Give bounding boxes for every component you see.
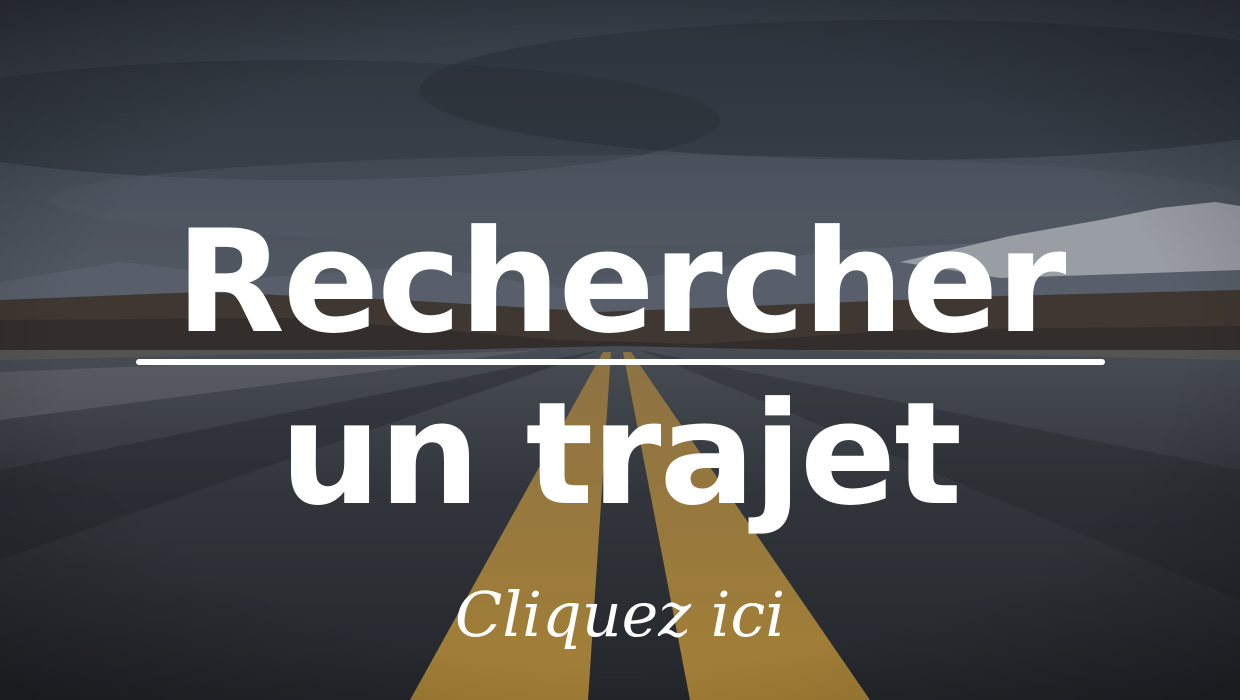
title-divider bbox=[136, 359, 1105, 365]
search-trip-banner[interactable]: Rechercher un trajet Cliquez ici bbox=[0, 0, 1240, 700]
cta-link[interactable]: Cliquez ici bbox=[0, 584, 1240, 646]
banner-title-line2: un trajet bbox=[279, 372, 962, 537]
banner-title-line1: Rechercher bbox=[175, 200, 1067, 365]
